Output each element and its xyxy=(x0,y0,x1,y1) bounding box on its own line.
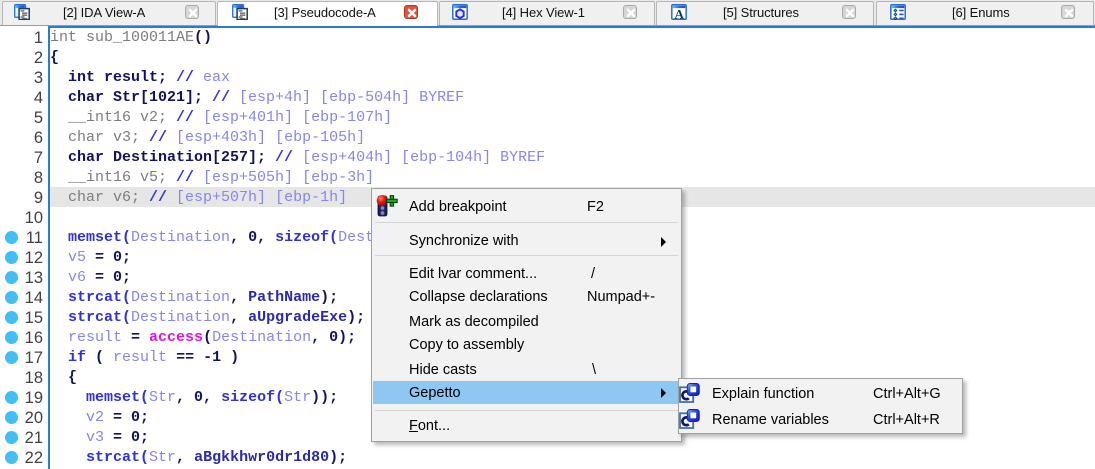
svg-text:A: A xyxy=(675,7,685,20)
